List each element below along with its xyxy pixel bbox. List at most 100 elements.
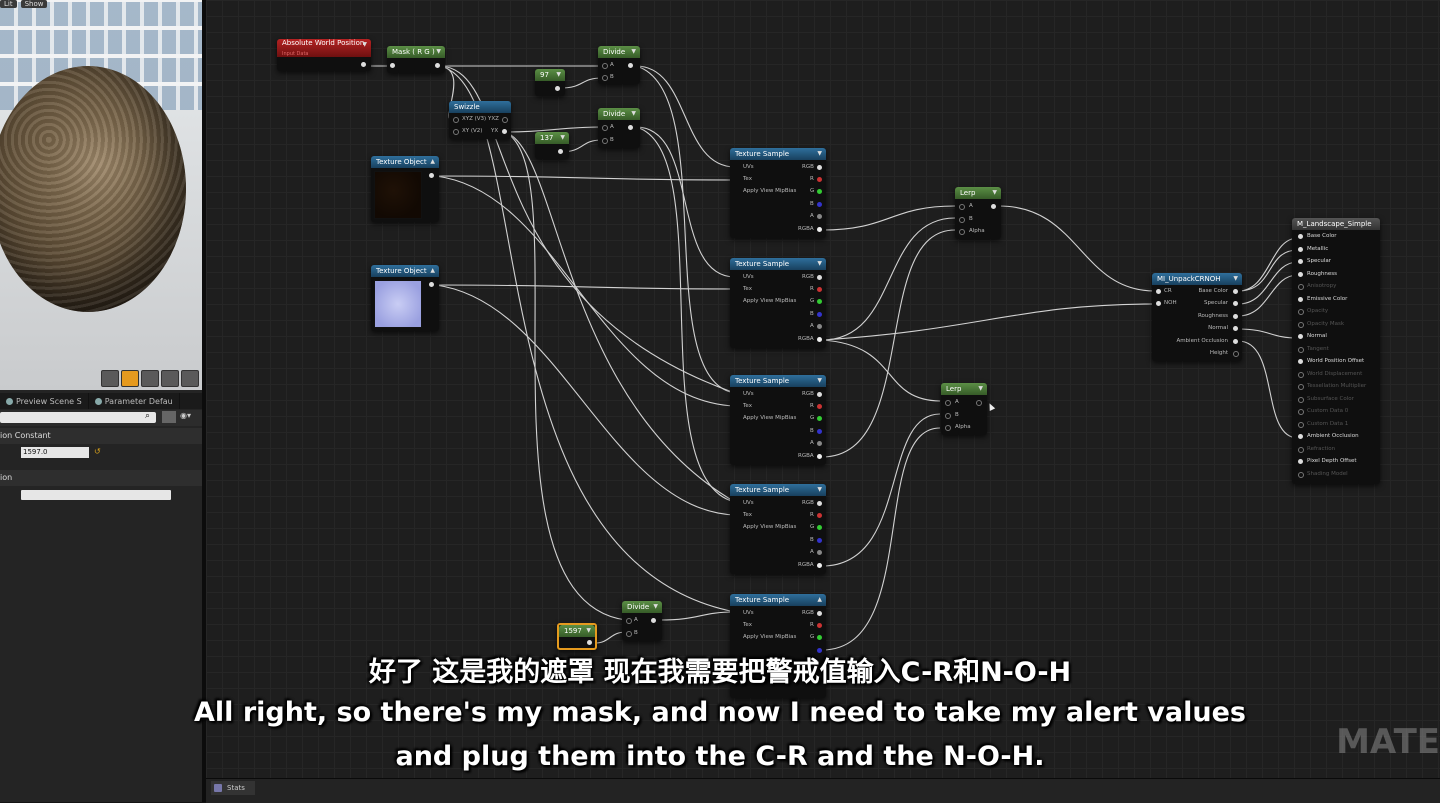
- material-input-pin[interactable]: [1298, 259, 1303, 264]
- output-pin[interactable]: [651, 618, 656, 623]
- g-pin[interactable]: [817, 416, 822, 421]
- input-pin-b[interactable]: [945, 413, 951, 419]
- node-divide-1[interactable]: Divide ▼ A B: [598, 46, 640, 84]
- output-pin[interactable]: [1233, 314, 1238, 319]
- input-pin-a[interactable]: [602, 63, 608, 69]
- output-pin[interactable]: [587, 640, 592, 645]
- output-pin[interactable]: [429, 282, 434, 287]
- reset-icon[interactable]: ↺: [94, 447, 101, 456]
- input-pin-alpha[interactable]: [959, 229, 965, 235]
- cylinder-icon[interactable]: [101, 370, 119, 387]
- description-field[interactable]: [21, 490, 171, 500]
- constant-value-field[interactable]: 1597.0: [21, 447, 89, 458]
- input-pin-a[interactable]: [602, 125, 608, 131]
- chevron-up-icon[interactable]: ▲: [430, 265, 435, 277]
- category-constant[interactable]: ion Constant: [0, 428, 206, 444]
- material-input-pin[interactable]: [1298, 359, 1303, 364]
- preview-viewport[interactable]: Lit Show: [0, 0, 202, 390]
- input-pin[interactable]: [390, 63, 395, 68]
- input-pin-a[interactable]: [626, 618, 632, 624]
- rgba-pin[interactable]: [817, 454, 822, 459]
- a-pin[interactable]: [817, 441, 822, 446]
- output-pin[interactable]: [555, 86, 560, 91]
- chevron-down-icon[interactable]: ▼: [817, 375, 822, 387]
- a-pin[interactable]: [817, 324, 822, 329]
- r-pin[interactable]: [817, 287, 822, 292]
- rgb-pin[interactable]: [817, 501, 822, 506]
- details-search-input[interactable]: [0, 412, 156, 423]
- rgb-pin[interactable]: [817, 611, 822, 616]
- r-pin[interactable]: [817, 177, 822, 182]
- chevron-down-icon[interactable]: ▼: [978, 383, 983, 395]
- search-icon[interactable]: ⌕: [145, 411, 150, 421]
- show-button[interactable]: Show: [20, 0, 48, 8]
- category-description[interactable]: ion: [0, 470, 206, 486]
- a-pin[interactable]: [817, 214, 822, 219]
- material-input-pin[interactable]: [1298, 346, 1304, 353]
- input-pin[interactable]: [453, 117, 459, 123]
- chevron-down-icon[interactable]: ▼: [436, 46, 441, 58]
- output-pin[interactable]: [628, 63, 633, 68]
- rgba-pin[interactable]: [817, 227, 822, 232]
- output-pin[interactable]: [1233, 339, 1238, 344]
- material-input-pin[interactable]: [1298, 446, 1304, 453]
- node-swizzle[interactable]: Swizzle XYZ (V3) YXZ XY (V2) YX: [449, 101, 511, 139]
- node-constant-97[interactable]: 97 ▼: [535, 69, 565, 96]
- output-pin[interactable]: [1233, 351, 1239, 357]
- input-pin-b[interactable]: [602, 75, 608, 81]
- chevron-down-icon[interactable]: ▼: [653, 601, 658, 613]
- material-input-pin[interactable]: [1298, 246, 1303, 252]
- r-pin[interactable]: [817, 623, 822, 628]
- output-pin[interactable]: [1233, 301, 1238, 306]
- material-input-pin[interactable]: [1298, 384, 1304, 390]
- material-input-pin[interactable]: [1298, 271, 1303, 277]
- rgb-pin[interactable]: [817, 165, 822, 170]
- input-pin-b[interactable]: [626, 631, 632, 637]
- tab-preview-scene[interactable]: Preview Scene S: [0, 393, 89, 409]
- output-pin[interactable]: [1233, 326, 1238, 331]
- chevron-down-icon[interactable]: ▼: [586, 625, 591, 637]
- material-input-pin[interactable]: [1298, 471, 1304, 478]
- material-input-pin[interactable]: [1298, 421, 1304, 428]
- chevron-up-icon[interactable]: ▲: [430, 156, 435, 168]
- chevron-down-icon[interactable]: ▼: [992, 187, 997, 199]
- g-pin[interactable]: [817, 635, 822, 640]
- output-pin[interactable]: [435, 63, 440, 68]
- node-texture-sample-1[interactable]: Texture Sample ▼ UVs Tex Apply View MipBi…: [730, 148, 826, 238]
- node-lerp-1[interactable]: Lerp ▼ A B Alpha: [955, 187, 1001, 239]
- tab-parameter-defaults[interactable]: Parameter Defau: [89, 393, 180, 409]
- output-pin[interactable]: [361, 62, 366, 67]
- chevron-down-icon[interactable]: ▼: [817, 148, 822, 160]
- chevron-down-icon[interactable]: ▼: [817, 258, 822, 270]
- node-texture-object-2[interactable]: Texture Object ▲: [371, 265, 439, 331]
- input-pin-b[interactable]: [959, 217, 965, 223]
- b-pin[interactable]: [817, 312, 822, 317]
- eye-icon[interactable]: ◉▾: [180, 411, 200, 423]
- output-pin[interactable]: [628, 125, 633, 130]
- node-constant-137[interactable]: 137 ▼: [535, 132, 569, 159]
- chevron-down-icon[interactable]: ▼: [1233, 273, 1238, 285]
- r-pin[interactable]: [817, 404, 822, 409]
- material-input-pin[interactable]: [1298, 459, 1303, 464]
- node-mask[interactable]: Mask ( R G ) ▼: [387, 46, 445, 73]
- output-pin[interactable]: [502, 117, 508, 123]
- b-pin[interactable]: [817, 538, 822, 543]
- material-input-pin[interactable]: [1298, 396, 1304, 403]
- node-absolute-world-position[interactable]: Absolute World Position Input Data ▼: [277, 39, 371, 71]
- input-pin-alpha[interactable]: [945, 425, 951, 431]
- rgba-pin[interactable]: [817, 563, 822, 568]
- node-divide-2[interactable]: Divide ▼ A B: [598, 108, 640, 148]
- a-pin[interactable]: [817, 550, 822, 555]
- rgba-pin[interactable]: [817, 337, 822, 342]
- output-pin[interactable]: [429, 173, 434, 178]
- grid-view-icon[interactable]: [162, 411, 176, 423]
- input-pin[interactable]: [453, 129, 459, 135]
- b-pin[interactable]: [817, 429, 822, 434]
- output-pin[interactable]: [1233, 289, 1238, 294]
- chevron-down-icon[interactable]: ▼: [362, 39, 367, 51]
- lit-button[interactable]: Lit: [0, 0, 17, 8]
- material-input-pin[interactable]: [1298, 296, 1303, 302]
- node-texture-object-1[interactable]: Texture Object ▲: [371, 156, 439, 222]
- plane-icon[interactable]: [141, 370, 159, 387]
- node-texture-sample-2[interactable]: Texture Sample ▼ UVs Tex Apply View MipBi…: [730, 258, 826, 348]
